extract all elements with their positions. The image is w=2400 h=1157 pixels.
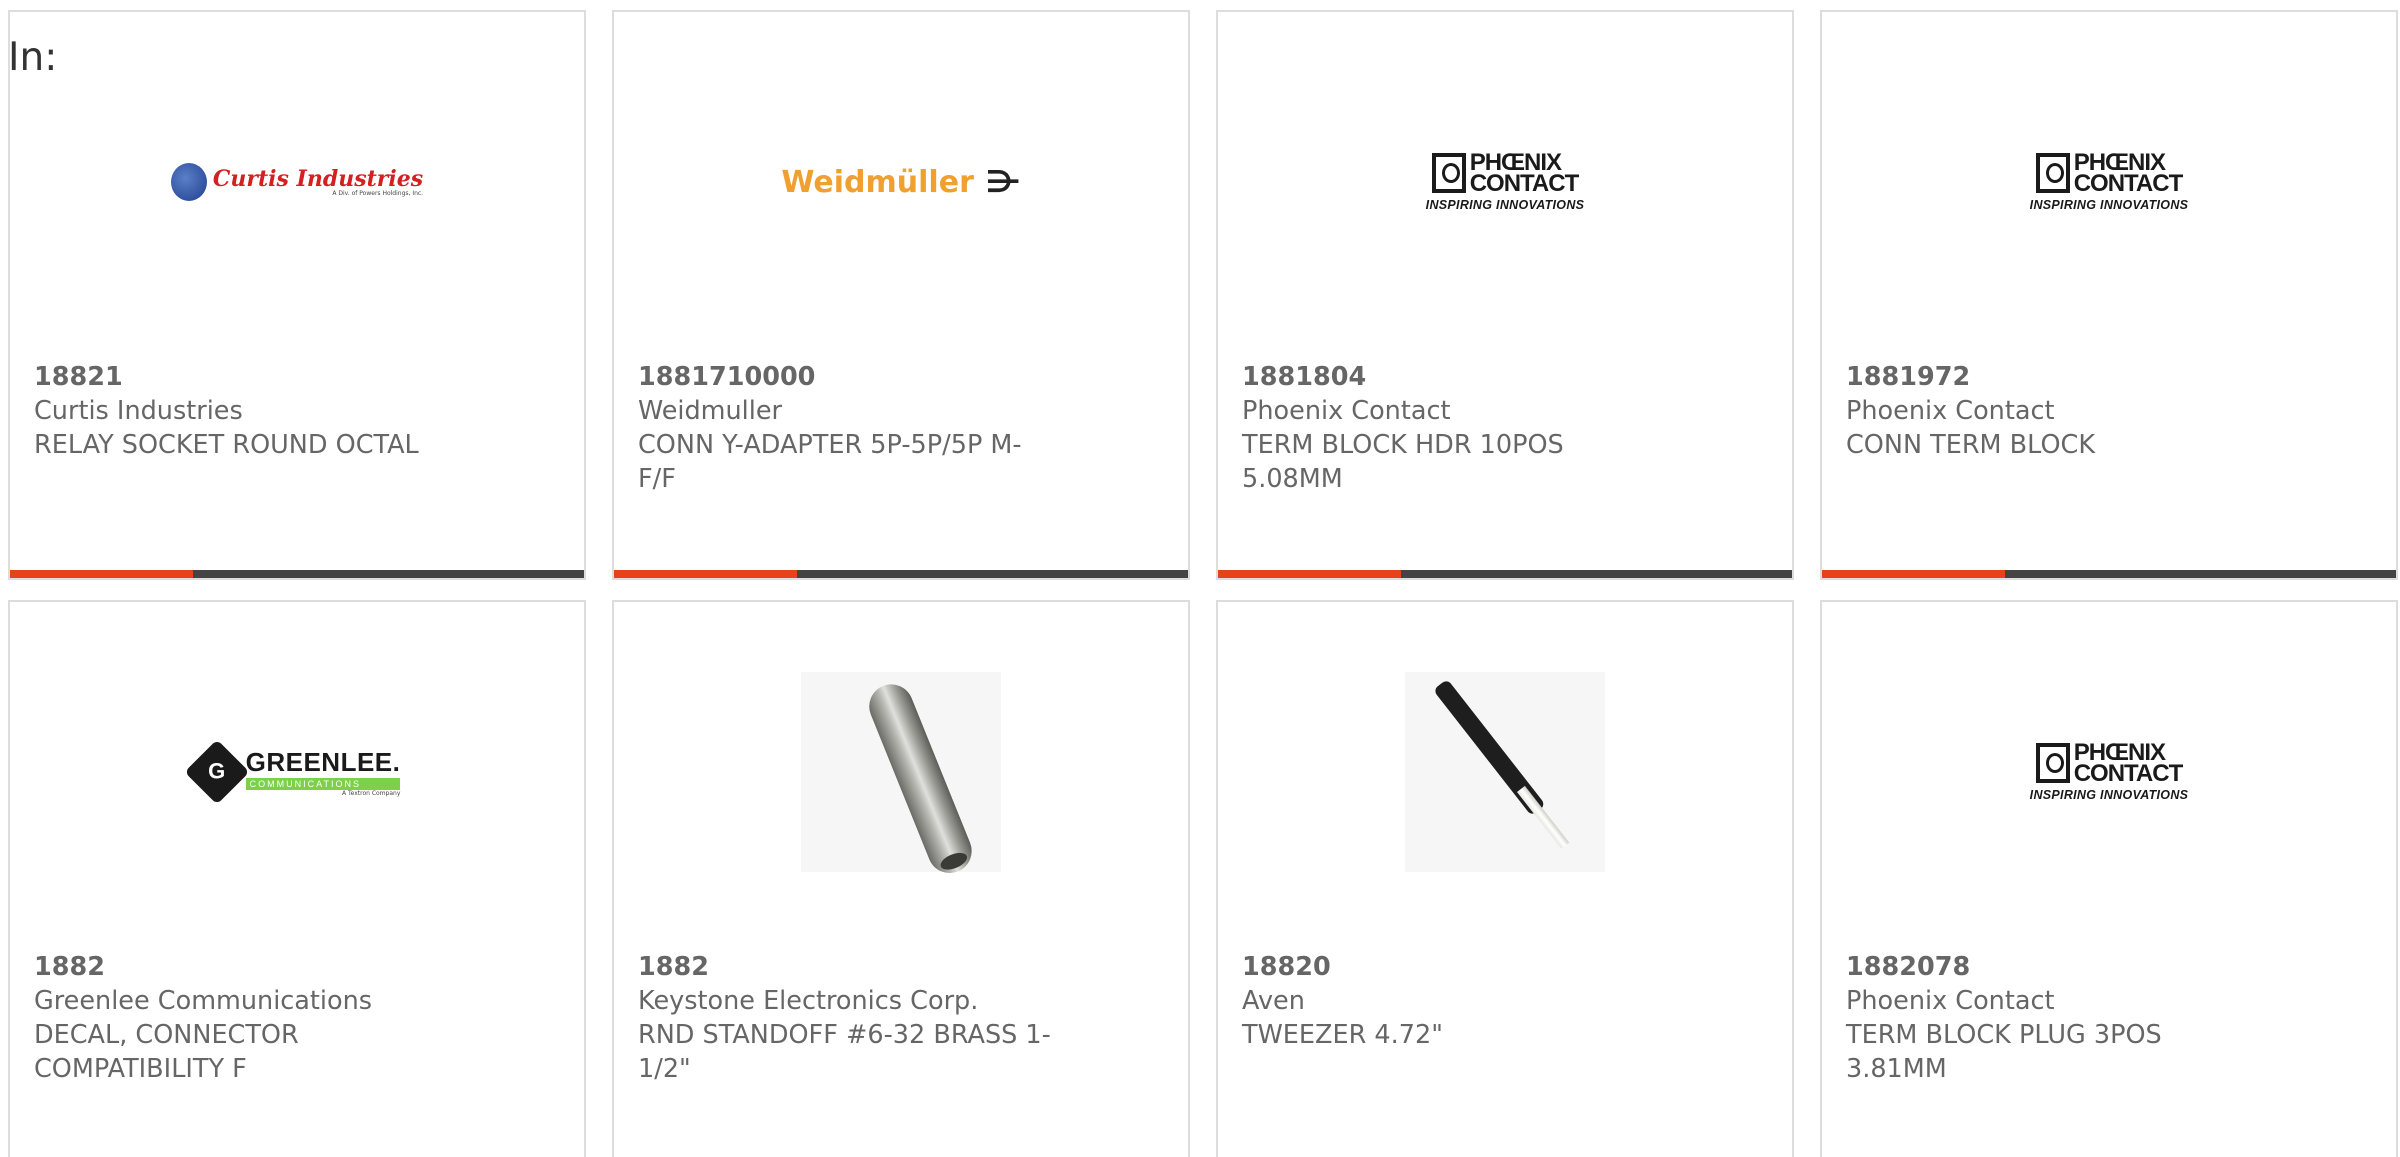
description: TWEEZER 4.72" [1242, 1020, 1443, 1050]
description: TERM BLOCK HDR 10POS 5.08MM [1242, 430, 1564, 494]
product-card[interactable]: PHŒNIX CONTACT INSPIRING INNOVATIONS 188… [1820, 10, 2398, 580]
part-number[interactable]: 1881804 [1242, 360, 1662, 394]
product-image [614, 642, 1188, 902]
product-card[interactable]: G GREENLEE. COMMUNICATIONS A Textron Com… [8, 600, 586, 1157]
part-number[interactable]: 18820 [1242, 950, 1662, 984]
product-card[interactable]: PHŒNIX CONTACT INSPIRING INNOVATIONS 188… [1216, 10, 1794, 580]
tweezer-photo [1405, 672, 1605, 872]
product-image: Weidmüller ⋺ [614, 52, 1188, 312]
phoenix-contact-logo: PHŒNIX CONTACT INSPIRING INNOVATIONS [2029, 149, 2189, 213]
in-label: In: [8, 35, 58, 80]
standoff-photo [801, 672, 1001, 880]
card-bar [10, 570, 584, 578]
manufacturer: Aven [1242, 986, 1305, 1016]
phoenix-mark-icon [2035, 153, 2070, 193]
card-bar [1218, 570, 1792, 578]
card-bar [1822, 570, 2396, 578]
product-image: PHŒNIX CONTACT INSPIRING INNOVATIONS [1822, 52, 2396, 312]
product-card[interactable]: PHŒNIX CONTACT INSPIRING INNOVATIONS 188… [1820, 600, 2398, 1157]
part-number[interactable]: 1881710000 [638, 360, 1058, 394]
product-card[interactable]: 18820 Aven TWEEZER 4.72" [1216, 600, 1794, 1157]
manufacturer: Curtis Industries [34, 396, 243, 426]
greenlee-mark-icon: G [184, 739, 250, 805]
part-number[interactable]: 1881972 [1846, 360, 2266, 394]
manufacturer: Greenlee Communications [34, 986, 373, 1016]
phoenix-mark-icon [1431, 153, 1466, 193]
manufacturer: Keystone Electronics Corp. [638, 986, 979, 1016]
phoenix-contact-logo: PHŒNIX CONTACT INSPIRING INNOVATIONS [1425, 149, 1585, 213]
description: RELAY SOCKET ROUND OCTAL [34, 430, 419, 460]
phoenix-mark-icon [2035, 743, 2070, 783]
description: CONN TERM BLOCK [1846, 430, 2096, 460]
product-card[interactable]: 1882 Keystone Electronics Corp. RND STAN… [612, 600, 1190, 1157]
product-image: Curtis Industries A Div. of Powers Holdi… [10, 52, 584, 312]
weidmuller-logo: Weidmüller ⋺ [781, 164, 1021, 200]
card-bar [614, 570, 1188, 578]
phoenix-contact-logo: PHŒNIX CONTACT INSPIRING INNOVATIONS [2029, 739, 2189, 803]
weidmuller-mark-icon: ⋺ [985, 164, 1021, 200]
greenlee-logo: G GREENLEE. COMMUNICATIONS A Textron Com… [184, 739, 401, 805]
globe-icon [170, 163, 207, 201]
product-image: PHŒNIX CONTACT INSPIRING INNOVATIONS [1218, 52, 1792, 312]
product-image: PHŒNIX CONTACT INSPIRING INNOVATIONS [1822, 642, 2396, 902]
part-number[interactable]: 18821 [34, 360, 454, 394]
description: RND STANDOFF #6-32 BRASS 1-1/2" [638, 1020, 1051, 1084]
part-number[interactable]: 1882 [34, 950, 454, 984]
manufacturer: Weidmuller [638, 396, 783, 426]
description: DECAL, CONNECTOR COMPATIBILITY F [34, 1020, 299, 1084]
product-grid-page: In: Curtis Industries A Div. of Powers H… [0, 0, 2400, 1157]
part-number[interactable]: 1882078 [1846, 950, 2266, 984]
part-number[interactable]: 1882 [638, 950, 1058, 984]
curtis-industries-logo: Curtis Industries A Div. of Powers Holdi… [170, 163, 423, 201]
manufacturer: Phoenix Contact [1846, 986, 2055, 1016]
manufacturer: Phoenix Contact [1242, 396, 1451, 426]
description: TERM BLOCK PLUG 3POS 3.81MM [1846, 1020, 2162, 1084]
product-image: G GREENLEE. COMMUNICATIONS A Textron Com… [10, 642, 584, 902]
product-card[interactable]: Curtis Industries A Div. of Powers Holdi… [8, 10, 586, 580]
manufacturer: Phoenix Contact [1846, 396, 2055, 426]
product-image [1218, 642, 1792, 902]
product-card[interactable]: Weidmüller ⋺ 1881710000 Weidmuller CONN … [612, 10, 1190, 580]
description: CONN Y-ADAPTER 5P-5P/5P M-F/F [638, 430, 1022, 494]
